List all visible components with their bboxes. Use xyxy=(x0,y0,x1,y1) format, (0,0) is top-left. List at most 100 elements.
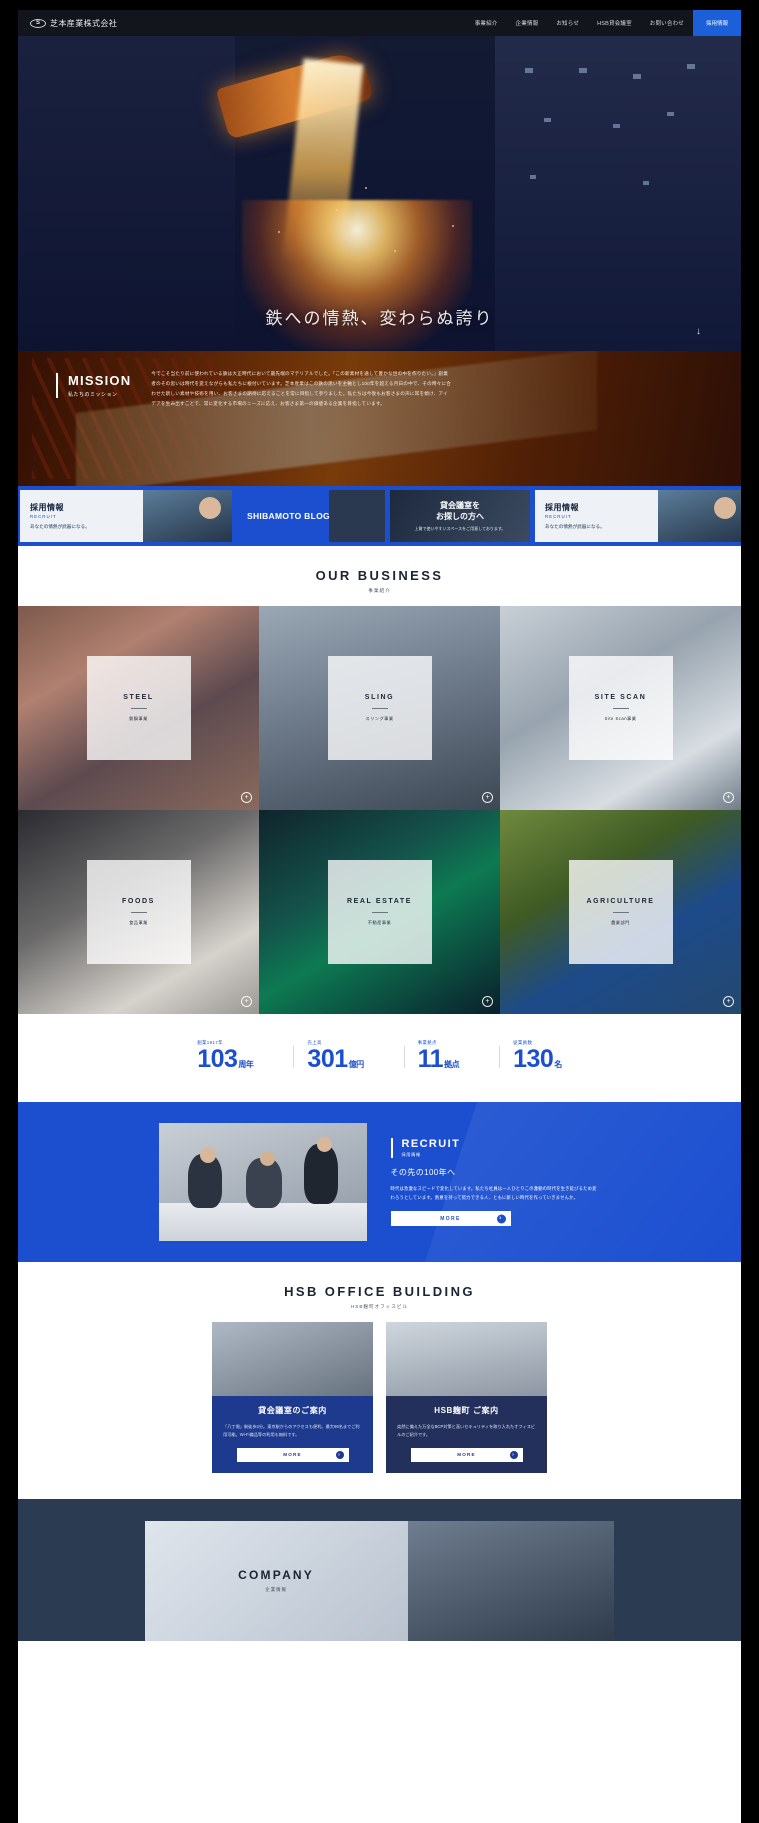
business-tile-label-en: SLING xyxy=(364,694,395,701)
hsb-card-desc: 「八丁堀」駅徒歩3分。東京駅からのアクセスも便利。最大96名までご利用可能。Wi… xyxy=(223,1424,360,1437)
business-tile-real-estate[interactable]: REAL ESTATE 不動産事業 + xyxy=(259,810,500,1014)
stat-value: 103 xyxy=(197,1045,238,1073)
business-tile-label-jp: 農業部門 xyxy=(611,920,630,925)
banner-caption: あなたの情熱が武器になる。 xyxy=(30,524,90,529)
site-logo[interactable]: S 芝本産業株式会社 xyxy=(18,18,117,29)
stat-employees: 従業員数 130名 xyxy=(499,1040,576,1072)
hsb-card-image xyxy=(212,1322,373,1396)
business-tile-label-jp: Site Scan事業 xyxy=(604,716,637,721)
nav-recruit-button[interactable]: 採用情報 xyxy=(692,10,741,36)
hsb-card-meeting-room[interactable]: 貸会議室のご案内 「八丁堀」駅徒歩3分。東京駅からのアクセスも便利。最大96名ま… xyxy=(212,1322,373,1473)
nav-item-contact[interactable]: お問い合わせ xyxy=(641,19,693,27)
recruit-more-label: MORE xyxy=(440,1215,461,1222)
banner-subtitle: RECRUIT xyxy=(545,514,572,519)
business-grid: STEEL 鉄鋼事業 + SLING スリング事業 + SITE SCAN Si… xyxy=(18,606,741,1014)
stat-unit: 億円 xyxy=(348,1060,365,1069)
site-header: S 芝本産業株式会社 事業紹介 企業情報 お知らせ HSB貸会議室 お問い合わせ… xyxy=(18,10,741,36)
banner-blog-1[interactable]: SHIBAMOTO BLOG xyxy=(237,490,385,542)
recruit-body: 時代は急激なスピードで変化しています。私たち社員は一人ひとりこの激動の時代を生き… xyxy=(390,1185,597,1200)
business-tile-label-jp: 鉄鋼事業 xyxy=(129,716,148,721)
business-tile-label-jp: 食品事業 xyxy=(129,920,148,925)
hero-headline: 鉄への情熱、変わらぬ誇り xyxy=(265,309,494,328)
plus-icon[interactable]: + xyxy=(723,996,734,1007)
business-tile-agriculture[interactable]: AGRICULTURE 農業部門 + xyxy=(500,810,741,1014)
mission-section: MISSION 私たちのミッション 今でこそ当たり前に使われている鉄は大正時代に… xyxy=(18,351,741,486)
plus-icon[interactable]: + xyxy=(241,996,252,1007)
plus-icon[interactable]: + xyxy=(482,792,493,803)
chevron-right-icon: › xyxy=(335,1450,344,1459)
recruit-more-button[interactable]: MORE › xyxy=(390,1211,511,1227)
mission-heading: MISSION 私たちのミッション xyxy=(56,373,131,398)
page-root: S 芝本産業株式会社 事業紹介 企業情報 お知らせ HSB貸会議室 お問い合わせ… xyxy=(18,10,741,1823)
banner-caption: 上質で使いやすいスペースをご用意しております。 xyxy=(414,526,506,532)
business-tile-foods[interactable]: FOODS 食品事業 + xyxy=(18,810,259,1014)
company-card-text: COMPANY 企業情報 xyxy=(144,1520,408,1641)
hsb-section: HSB OFFICE BUILDING HSB麹町オフィスビル 貸会議室のご案内… xyxy=(18,1262,741,1499)
hsb-section-heading: HSB OFFICE BUILDING HSB麹町オフィスビル xyxy=(18,1262,741,1322)
business-tile-card: STEEL 鉄鋼事業 xyxy=(86,656,191,760)
hsb-heading-en: HSB OFFICE BUILDING xyxy=(284,1284,475,1299)
nav-item-news[interactable]: お知らせ xyxy=(547,19,588,27)
recruit-subtitle: 採用情報 xyxy=(401,1151,421,1157)
recruit-heading: RECRUIT 採用情報 xyxy=(390,1137,601,1158)
hsb-card-building[interactable]: HSB麹町 ご案内 突然に備えた万全なBCP対策と高いセキュリティを取り入れたオ… xyxy=(386,1322,547,1473)
hsb-more-button[interactable]: MORE › xyxy=(410,1447,523,1462)
mission-subtitle: 私たちのミッション xyxy=(68,392,118,398)
banner-photo xyxy=(142,490,232,542)
company-card[interactable]: COMPANY 企業情報 xyxy=(144,1520,615,1641)
hero-section: 鉄への情熱、変わらぬ誇り ↓ xyxy=(18,36,741,351)
business-tile-label-en: REAL ESTATE xyxy=(346,898,413,905)
business-tile-sling[interactable]: SLING スリング事業 + xyxy=(259,606,500,810)
banner-meeting-room[interactable]: 貸会議室を お探しの方へ 上質で使いやすいスペースをご用意しております。 xyxy=(390,490,530,542)
stat-revenue: 売上高 301億円 xyxy=(293,1040,377,1072)
stat-locations: 事業拠点 11拠点 xyxy=(403,1040,473,1072)
hsb-card-image xyxy=(386,1322,547,1396)
company-title-en: COMPANY xyxy=(238,1568,315,1583)
banner-title: SHIBAMOTO BLOG xyxy=(247,511,330,521)
banner-caption: あなたの情熱が武器になる。 xyxy=(545,524,605,529)
hsb-card-desc: 突然に備えた万全なBCP対策と高いセキュリティを取り入れたオフィスビルのご紹介で… xyxy=(397,1424,536,1437)
business-tile-label-jp: 不動産事業 xyxy=(367,920,392,925)
nav-item-business[interactable]: 事業紹介 xyxy=(466,19,507,27)
scroll-down-icon[interactable]: ↓ xyxy=(696,326,701,337)
recruit-photo xyxy=(158,1123,367,1241)
banner-photo xyxy=(657,490,741,542)
stat-founded: 創業1917年 103周年 xyxy=(183,1040,267,1072)
company-card-image xyxy=(407,1520,615,1641)
mission-body-text: 今でこそ当たり前に使われている鉄は大正時代において最先端のマテリアルでした。「こ… xyxy=(151,371,452,406)
banner-title-line1: 貸会議室を xyxy=(440,500,480,510)
nav-item-company[interactable]: 企業情報 xyxy=(507,19,548,27)
business-tile-card: SITE SCAN Site Scan事業 xyxy=(568,656,673,760)
main-navigation: 事業紹介 企業情報 お知らせ HSB貸会議室 お問い合わせ 採用情報 xyxy=(466,10,741,36)
company-title-jp: 企業情報 xyxy=(265,1587,287,1593)
business-tile-steel[interactable]: STEEL 鉄鋼事業 + xyxy=(18,606,259,810)
plus-icon[interactable]: + xyxy=(482,996,493,1007)
hsb-heading-jp: HSB麹町オフィスビル xyxy=(350,1304,409,1309)
banner-recruit-1[interactable]: 採用情報 RECRUIT あなたの情熱が武器になる。 xyxy=(20,490,232,542)
banner-title: 採用情報 xyxy=(30,503,64,512)
chevron-right-icon: › xyxy=(496,1214,506,1224)
business-tile-label-jp: スリング事業 xyxy=(365,716,394,721)
company-section: COMPANY 企業情報 xyxy=(18,1498,741,1641)
stat-unit: 名 xyxy=(554,1060,562,1069)
mission-title: MISSION xyxy=(68,373,132,388)
business-tile-site-scan[interactable]: SITE SCAN Site Scan事業 + xyxy=(500,606,741,810)
stat-value: 301 xyxy=(307,1045,348,1073)
hsb-more-button[interactable]: MORE › xyxy=(236,1447,349,1462)
business-heading-jp: 事業紹介 xyxy=(368,588,391,593)
banner-title-line2: お探しの方へ xyxy=(436,512,484,521)
plus-icon[interactable]: + xyxy=(723,792,734,803)
recruit-text-block: RECRUIT 採用情報 その先の100年へ 時代は急激なスピードで変化していま… xyxy=(390,1137,601,1227)
hsb-card-title: 貸会議室のご案内 xyxy=(258,1406,327,1415)
business-tile-card: SLING スリング事業 xyxy=(327,656,432,760)
banner-subtitle: RECRUIT xyxy=(30,514,57,519)
stat-value: 130 xyxy=(513,1045,554,1073)
banner-title: 採用情報 xyxy=(545,503,579,512)
business-tile-label-en: FOODS xyxy=(122,898,155,905)
plus-icon[interactable]: + xyxy=(241,792,252,803)
business-section-heading: OUR BUSINESS 事業紹介 xyxy=(18,546,741,606)
nav-item-hsb[interactable]: HSB貸会議室 xyxy=(588,19,641,27)
banner-recruit-2[interactable]: 採用情報 RECRUIT あなたの情熱が武器になる。 xyxy=(535,490,741,542)
logo-text: 芝本産業株式会社 xyxy=(50,18,118,28)
banner-carousel[interactable]: 採用情報 RECRUIT あなたの情熱が武器になる。 SHIBAMOTO BLO… xyxy=(18,486,741,546)
